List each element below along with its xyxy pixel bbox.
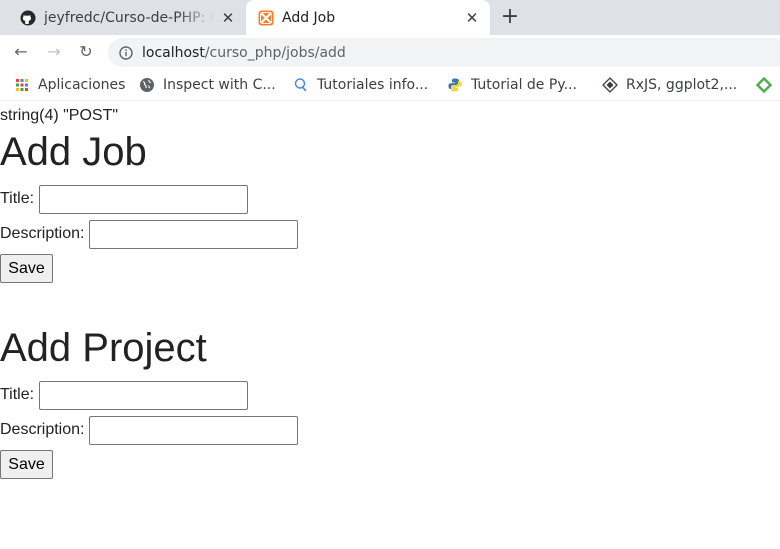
project-save-button[interactable]: Save <box>0 450 53 479</box>
bookmark-label: Aplicaciones <box>38 77 126 93</box>
bookmarks-bar: Aplicaciones Inspect with C... Tutoriale… <box>0 70 780 101</box>
tab-title: Add Job <box>282 9 336 26</box>
project-description-input[interactable] <box>89 415 299 445</box>
bookmark-inspect[interactable]: Inspect with C... <box>139 76 276 94</box>
xampp-icon <box>258 10 274 25</box>
address-url[interactable]: localhost/curso_php/jobs/add <box>142 45 346 61</box>
bookmark-tutorial-python[interactable]: Tutorial de Py... <box>447 76 577 94</box>
info-icon[interactable] <box>119 45 133 60</box>
job-description-input[interactable] <box>89 219 299 249</box>
bulb-icon <box>294 78 307 92</box>
url-path: /curso_php/jobs/add <box>204 44 346 61</box>
job-form-heading: Add Job <box>0 130 147 174</box>
tab-title: jeyfredc/Curso-de-PHP: Curso de PHP <box>44 9 214 26</box>
url-host: localhost <box>142 44 205 61</box>
project-title-label: Title: <box>0 386 35 403</box>
address-bar[interactable]: localhost/curso_php/jobs/add <box>108 38 780 67</box>
python-icon <box>448 78 462 92</box>
bookmark-label: Tutoriales info... <box>317 77 429 93</box>
debug-output: string(4) "POST" <box>0 107 119 124</box>
tab-add-job[interactable]: Add Job ✕ <box>246 0 490 35</box>
project-form-heading: Add Project <box>0 326 207 370</box>
new-tab-plus-icon[interactable]: + <box>500 6 520 28</box>
bookmark-rxjs[interactable]: RxJS, ggplot2,... <box>602 76 737 94</box>
diamond-icon <box>602 77 618 93</box>
bookmark-label: RxJS, ggplot2,... <box>626 77 738 93</box>
forward-arrow-icon[interactable]: → <box>42 40 66 64</box>
project-description-label: Description: <box>0 421 85 438</box>
project-title-input[interactable] <box>39 380 249 410</box>
project-title-row: Title: <box>0 380 249 410</box>
tab-github[interactable]: jeyfredc/Curso-de-PHP: Curso de PHP ✕ <box>8 0 246 35</box>
green-diamond-icon <box>756 77 772 93</box>
apps-grid-icon <box>16 79 28 91</box>
globe-icon <box>140 78 154 92</box>
back-arrow-icon[interactable]: ← <box>9 40 33 64</box>
job-title-row: Title: <box>0 184 249 214</box>
tab-close-icon[interactable]: ✕ <box>220 10 236 26</box>
page-content: string(4) "POST" Add Job Title: Descript… <box>0 102 780 549</box>
browser-toolbar: ← → ↻ localhost/curso_php/jobs/add <box>0 35 780 70</box>
job-description-row: Description: <box>0 219 299 249</box>
job-save-button[interactable]: Save <box>0 254 53 283</box>
bookmark-tutoriales[interactable]: Tutoriales info... <box>293 76 428 94</box>
job-title-input[interactable] <box>39 184 249 214</box>
bookmark-label: Tutorial de Py... <box>471 77 577 93</box>
bookmark-aplicaciones[interactable]: Aplicaciones <box>14 76 125 94</box>
bookmark-label: Inspect with C... <box>163 77 276 93</box>
bookmark-overflow[interactable] <box>756 76 780 94</box>
github-icon <box>20 10 36 25</box>
reload-icon[interactable]: ↻ <box>74 40 98 64</box>
job-description-label: Description: <box>0 225 85 242</box>
tab-strip: jeyfredc/Curso-de-PHP: Curso de PHP ✕ Ad… <box>0 0 780 35</box>
job-title-label: Title: <box>0 190 35 207</box>
tab-close-icon[interactable]: ✕ <box>464 10 480 26</box>
project-description-row: Description: <box>0 415 299 445</box>
